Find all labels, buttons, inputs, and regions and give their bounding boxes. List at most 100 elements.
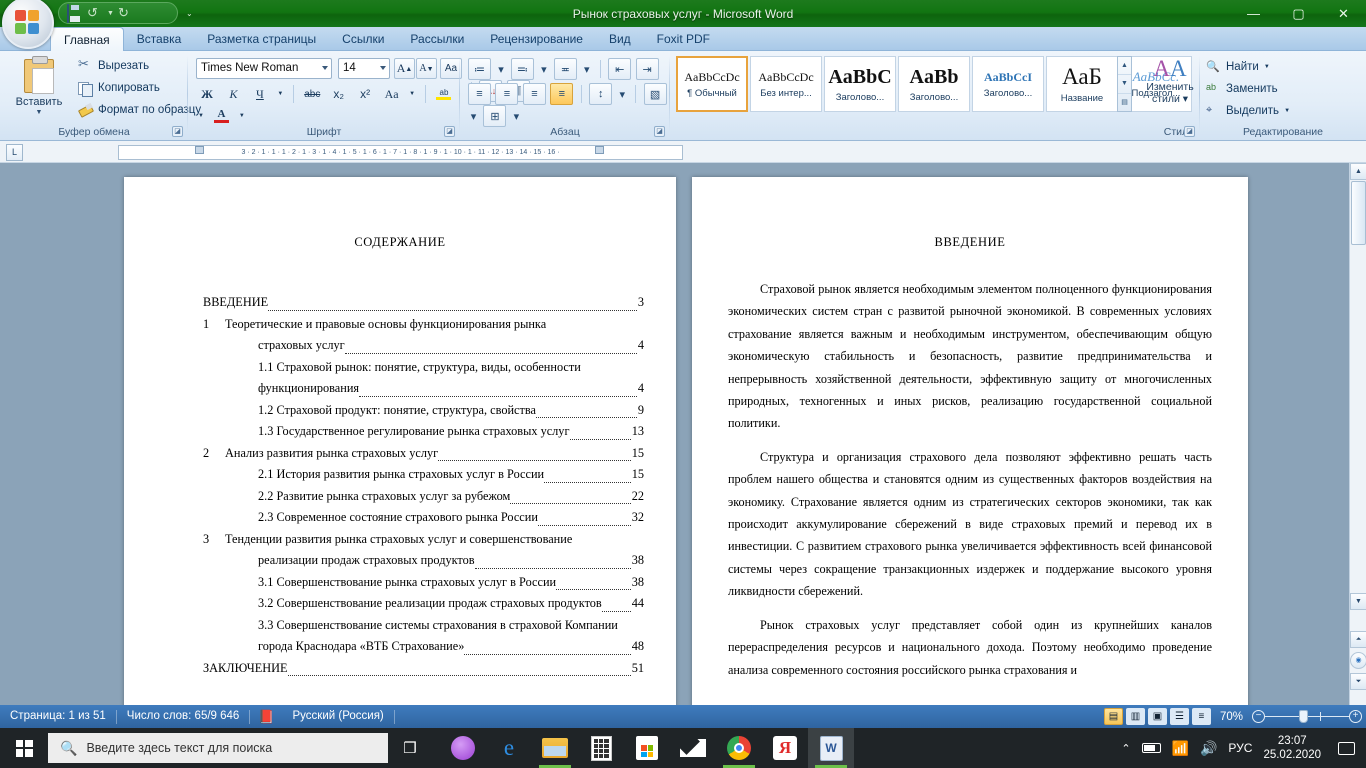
tab-view[interactable]: Вид [596,27,644,51]
scroll-down-icon[interactable]: ▼ [1350,593,1366,610]
horizontal-ruler[interactable]: 3 · 2 · 1 · 1 · 1 · 2 · 1 · 3 · 1 · 4 · … [118,145,683,160]
undo-icon[interactable]: ↺ [87,5,103,21]
toc-entry[interactable]: реализации продаж страховых продуктов 38 [203,550,644,572]
find-dropdown-icon[interactable]: ▼ [1264,64,1270,70]
toc-entry[interactable]: 2.1 История развития рынка страховых усл… [203,464,644,486]
taskbar-app-cortana[interactable] [440,728,486,768]
toc-entry[interactable]: 3 Тенденции развития рынка страховых услу… [203,529,644,551]
find-button[interactable]: 🔍 Найти ▼ [1206,57,1270,77]
document-page-1[interactable]: СОДЕРЖАНИЕ ВВЕДЕНИЕ 3 1 Теоретические и пр… [124,177,676,705]
zoom-track[interactable] [1265,710,1349,723]
font-dialog-launcher[interactable]: ◪ [444,126,455,137]
tab-references[interactable]: Ссылки [329,27,397,51]
search-input[interactable]: Введите здесь текст для поиска [86,741,272,755]
action-center-button[interactable] [1332,728,1360,768]
shading-dropdown-icon[interactable]: ▾ [468,105,479,127]
align-right-button[interactable]: ≡ [522,83,546,105]
save-icon[interactable] [67,4,83,23]
task-view-button[interactable]: ❒ [388,728,432,768]
font-name-combo[interactable]: Times New Roman [196,58,332,79]
style-item-heading-1[interactable]: AaBbC Заголово... [824,56,896,112]
change-case-dropdown-icon[interactable]: ▼ [407,83,417,105]
tab-mailings[interactable]: Рассылки [397,27,477,51]
toc-entry[interactable]: 3.2 Совершенствование реализации продаж … [203,593,644,615]
clock[interactable]: 23:07 25.02.2020 [1263,734,1321,762]
chevron-down-icon[interactable] [380,66,386,70]
scroll-up-icon[interactable]: ▲ [1350,163,1366,180]
underline-dropdown-icon[interactable]: ▼ [275,83,285,105]
close-button[interactable]: ✕ [1321,0,1366,27]
change-styles-button[interactable]: AA Изменить стили ▾ [1138,56,1202,122]
toc-entry[interactable]: 2 Анализ развития рынка страховых услуг 15 [203,443,644,465]
italic-button[interactable]: К [222,83,244,105]
tab-insert[interactable]: Вставка [124,27,195,51]
paste-button[interactable]: Вставить ▼ [8,56,70,122]
scrollbar-thumb[interactable] [1351,181,1366,245]
strikethrough-button[interactable]: abc [301,83,323,105]
style-item-title[interactable]: АаБ Название [1046,56,1118,112]
toc-entry[interactable]: ЗАКЛЮЧЕНИЕ 51 [203,658,644,680]
toc-entry[interactable]: 3.1 Совершенствование рынка страховых ус… [203,572,644,594]
taskbar-app-edge[interactable]: e [486,728,532,768]
minimize-button[interactable]: — [1231,0,1276,27]
next-page-icon[interactable]: ⏷ [1350,673,1366,690]
format-painter-button[interactable]: Формат по образцу [74,100,205,120]
toc-entry[interactable]: города Краснодара «ВТБ Страхование» 48 [203,636,644,658]
toc-entry[interactable]: страховых услуг 4 [203,335,644,357]
full-screen-reading-button[interactable]: ▥ [1125,708,1145,725]
bullets-dropdown-icon[interactable]: ▾ [495,58,506,80]
toc-entry[interactable]: 1.2 Страховой продукт: понятие, структур… [203,400,644,422]
redo-icon[interactable]: ↻ [118,5,134,21]
copy-button[interactable]: Копировать [74,78,205,98]
taskbar-app-chrome[interactable] [716,728,762,768]
page-indicator[interactable]: Страница: 1 из 51 [0,705,116,728]
scroll-up-icon[interactable]: ▲ [1118,57,1131,76]
language-indicator[interactable]: РУС [1228,741,1252,755]
borders-dropdown-icon[interactable]: ▾ [511,105,522,127]
taskbar-app-word[interactable]: W [808,728,854,768]
quick-access-toolbar[interactable]: ↺ ▼ ↻ [58,2,178,24]
toc-entry[interactable]: 1 Теоретические и правовые основы функцио… [203,314,644,336]
multilevel-list-button[interactable]: ≖ [553,58,577,80]
document-page-2[interactable]: ВВЕДЕНИЕ Страховой рынок является необхо… [692,177,1248,705]
taskbar-search-box[interactable]: 🔍 Введите здесь текст для поиска [48,733,388,763]
wifi-icon[interactable]: 📶 [1172,740,1189,757]
start-button[interactable] [0,728,48,768]
styles-gallery-scrollbar[interactable]: ▲ ▼ ▤ [1117,56,1132,112]
font-color-dropdown-icon[interactable]: ▼ [237,105,247,127]
style-item-no-spacing[interactable]: AaBbCcDc Без интер... [750,56,822,112]
multilevel-dropdown-icon[interactable]: ▾ [581,58,592,80]
toc-entry[interactable]: 1.1 Страховой рынок: понятие, структура,… [203,357,644,379]
zoom-slider[interactable]: − + [1252,710,1362,723]
text-highlight-button[interactable]: ab [433,83,455,105]
language-indicator[interactable]: Русский (Россия) [283,705,394,728]
tab-home[interactable]: Главная [50,27,124,51]
toc-entry[interactable]: 2.2 Развитие рынка страховых услуг за ру… [203,486,644,508]
select-button[interactable]: ⌖ Выделить ▼ [1206,101,1290,121]
underline-button[interactable]: Ч [249,83,271,105]
subscript-button[interactable]: x₂ [328,83,350,105]
increase-indent-button[interactable]: ⇥ [635,58,659,80]
font-size-combo[interactable]: 14 [338,58,390,79]
taskbar-app-yandex-browser[interactable]: Я [762,728,808,768]
shading-button[interactable]: ▧ [643,83,667,105]
paragraph-dialog-launcher[interactable]: ◪ [654,126,665,137]
taskbar-app-file-explorer[interactable] [532,728,578,768]
scroll-down-icon[interactable]: ▼ [1118,75,1131,94]
styles-dialog-launcher[interactable]: ◪ [1184,126,1195,137]
shrink-font-button[interactable]: A ▼ [416,58,437,79]
select-browse-object-icon[interactable]: ◉ [1350,652,1366,669]
bold-button[interactable]: Ж [196,83,218,105]
spellcheck-icon[interactable]: 📕 [250,705,282,728]
web-layout-view-button[interactable]: ▣ [1147,708,1167,725]
zoom-level[interactable]: 70% [1214,711,1249,723]
taskbar-app-calculator[interactable] [578,728,624,768]
style-item-heading-2[interactable]: AaBb Заголово... [898,56,970,112]
print-layout-view-button[interactable]: ▤ [1103,708,1123,725]
numbering-button[interactable]: ≕ [510,58,534,80]
chevron-down-icon[interactable]: ▼ [36,109,43,116]
tab-stop-selector[interactable]: L [6,144,23,161]
borders-button[interactable]: ⊞ [483,105,507,127]
line-spacing-dropdown-icon[interactable]: ▾ [617,83,628,105]
tab-page-layout[interactable]: Разметка страницы [194,27,329,51]
